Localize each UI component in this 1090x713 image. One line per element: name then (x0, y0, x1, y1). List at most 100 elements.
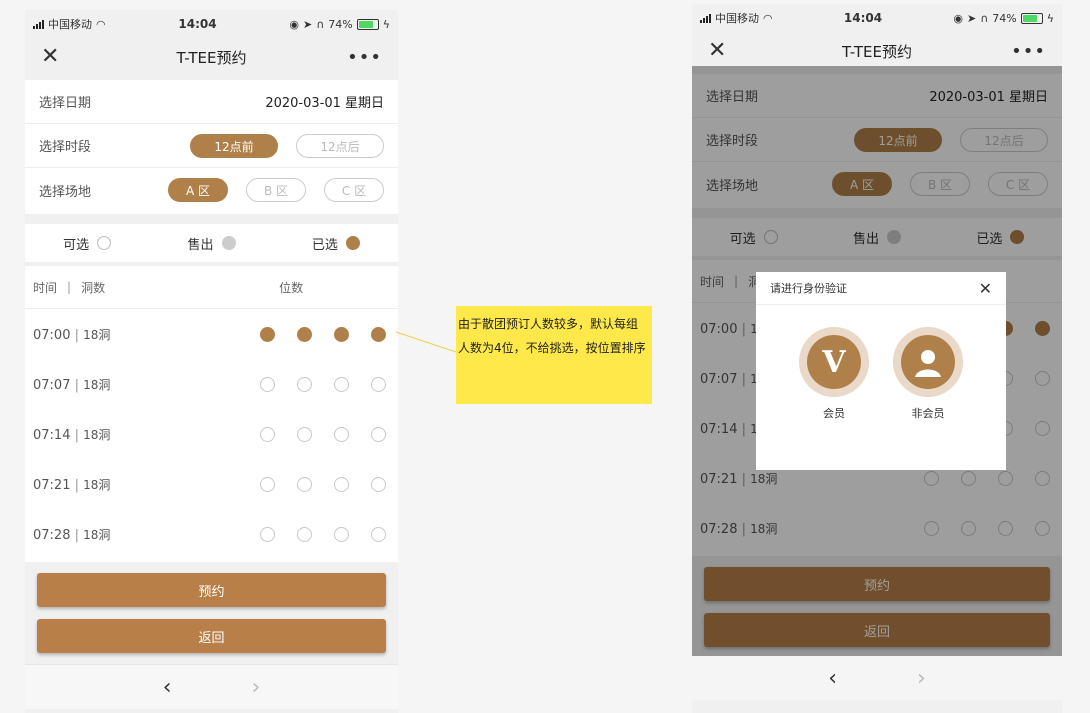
close-icon[interactable]: ✕ (41, 46, 59, 68)
row-separator: | (70, 527, 84, 543)
holes-header: 洞数 (81, 280, 106, 295)
carrier-label: 中国移动 (48, 18, 92, 31)
row-holes: 18洞 (83, 327, 111, 342)
location-icon: ➤ (966, 11, 977, 25)
lock-rotation-icon: ◉ (289, 17, 299, 31)
seat-available[interactable] (371, 376, 386, 392)
chevron-right-icon[interactable]: › (917, 666, 926, 691)
seat-available[interactable] (371, 476, 386, 492)
date-row[interactable]: 选择日期 2020-03-01 星期日 (25, 80, 398, 124)
legend-selected-dot (345, 236, 360, 250)
period-row: 选择时段 12点前 12点后 (25, 124, 398, 168)
legend-available-label: 可选 (63, 237, 90, 253)
member-icon-ring: V (799, 327, 869, 397)
tee-time-table: 时间 | 洞数 位数 07:00 | 18洞07:07 | 18洞07:14 |… (25, 266, 398, 562)
seat-legend: 可选 售出 已选 (25, 224, 398, 262)
table-row: 07:14 | 18洞 (25, 409, 398, 459)
booking-form: 选择日期 2020-03-01 星期日 选择时段 12点前 12点后 选择场地 … (25, 80, 398, 214)
chevron-left-icon[interactable]: ‹ (163, 675, 172, 700)
modal-header: 请进行身份验证 ✕ (756, 272, 1006, 305)
more-icon[interactable]: ••• (347, 47, 382, 68)
row-seats (260, 376, 390, 392)
area-row: 选择场地 A 区 B 区 C 区 (25, 168, 398, 212)
seat-available[interactable] (334, 476, 349, 492)
seat-available[interactable] (297, 476, 312, 492)
chevron-left-icon[interactable]: ‹ (828, 666, 837, 691)
seat-available[interactable] (297, 426, 312, 442)
close-icon[interactable]: ✕ (708, 40, 726, 62)
battery-percent: 74% (992, 11, 1017, 25)
more-icon[interactable]: ••• (1011, 41, 1046, 62)
row-time: 07:14 (33, 427, 71, 443)
seat-selected[interactable] (260, 326, 275, 342)
table-rows: 07:00 | 18洞07:07 | 18洞07:14 | 18洞07:21 |… (25, 309, 398, 559)
close-icon[interactable]: ✕ (979, 279, 992, 298)
person-icon (901, 335, 955, 389)
annotation-note: 由于散团预订人数较多，默认每组人数为4位，不给挑选，按位置排序 (456, 306, 652, 404)
seat-available[interactable] (334, 426, 349, 442)
table-row: 07:21 | 18洞 (25, 459, 398, 509)
seat-available[interactable] (260, 376, 275, 392)
non-member-option[interactable]: 非会员 (893, 327, 963, 421)
row-seats (260, 526, 390, 542)
row-holes: 18洞 (83, 427, 111, 442)
seat-selected[interactable] (371, 326, 386, 342)
carrier-label: 中国移动 (715, 12, 759, 25)
page-title: T-TEE预约 (176, 48, 247, 67)
period-option-after-noon[interactable]: 12点后 (296, 133, 384, 158)
seat-available[interactable] (297, 376, 312, 392)
row-holes: 18洞 (83, 377, 111, 392)
headphones-icon: ∩ (980, 11, 989, 25)
table-header: 时间 | 洞数 位数 (25, 266, 398, 309)
seat-available[interactable] (297, 526, 312, 542)
seat-available[interactable] (371, 526, 386, 542)
row-time: 07:21 (33, 477, 71, 493)
browser-bottom-nav: ‹ › (25, 664, 398, 709)
seat-available[interactable] (371, 426, 386, 442)
phone-right: 中国移动 ◠ 14:04 ◉ ➤ ∩ 74% ϟ ✕ T-TEE预约 ••• 选… (692, 4, 1062, 713)
period-label: 选择时段 (39, 140, 92, 155)
member-v-icon: V (807, 335, 861, 389)
battery-icon (356, 18, 379, 30)
table-row: 07:07 | 18洞 (25, 359, 398, 409)
row-info: 07:14 | 18洞 (33, 426, 110, 443)
row-separator: | (70, 327, 84, 343)
charging-icon: ϟ (1046, 11, 1054, 25)
modal-title: 请进行身份验证 (770, 282, 847, 295)
status-time: 14:04 (178, 17, 217, 31)
seat-available[interactable] (260, 476, 275, 492)
row-info: 07:28 | 18洞 (33, 526, 110, 543)
seat-selected[interactable] (297, 326, 312, 342)
seat-available[interactable] (260, 426, 275, 442)
date-value[interactable]: 2020-03-01 星期日 (265, 92, 384, 111)
row-holes: 18洞 (83, 527, 111, 542)
row-info: 07:00 | 18洞 (33, 326, 110, 343)
row-info: 07:07 | 18洞 (33, 376, 110, 393)
seat-available[interactable] (260, 526, 275, 542)
book-button[interactable]: 预约 (37, 573, 386, 607)
area-option-a[interactable]: A 区 (168, 178, 228, 202)
area-option-c[interactable]: C 区 (324, 178, 384, 202)
legend-available-dot (97, 236, 112, 250)
period-option-before-noon[interactable]: 12点前 (190, 133, 278, 158)
chevron-right-icon[interactable]: › (252, 675, 261, 700)
seat-available[interactable] (334, 376, 349, 392)
nav-bar: ✕ T-TEE预约 ••• (692, 32, 1062, 70)
seat-selected[interactable] (334, 326, 349, 342)
member-label: 会员 (823, 407, 845, 420)
annotation-connector (396, 331, 457, 353)
location-icon: ➤ (302, 17, 313, 31)
non-member-icon-ring (893, 327, 963, 397)
seat-available[interactable] (334, 526, 349, 542)
page-title: T-TEE预约 (842, 42, 912, 61)
area-option-b[interactable]: B 区 (246, 178, 306, 202)
member-option[interactable]: V 会员 (799, 327, 869, 421)
status-bar: 中国移动 ◠ 14:04 ◉ ➤ ∩ 74% ϟ (25, 10, 398, 38)
legend-sold-label: 售出 (187, 237, 214, 253)
battery-icon (1020, 12, 1043, 24)
modal-options: V 会员 非会员 (756, 305, 1006, 421)
row-separator: | (70, 477, 84, 493)
row-time: 07:07 (33, 377, 71, 393)
signal-icon (33, 19, 44, 29)
back-button[interactable]: 返回 (37, 619, 386, 653)
